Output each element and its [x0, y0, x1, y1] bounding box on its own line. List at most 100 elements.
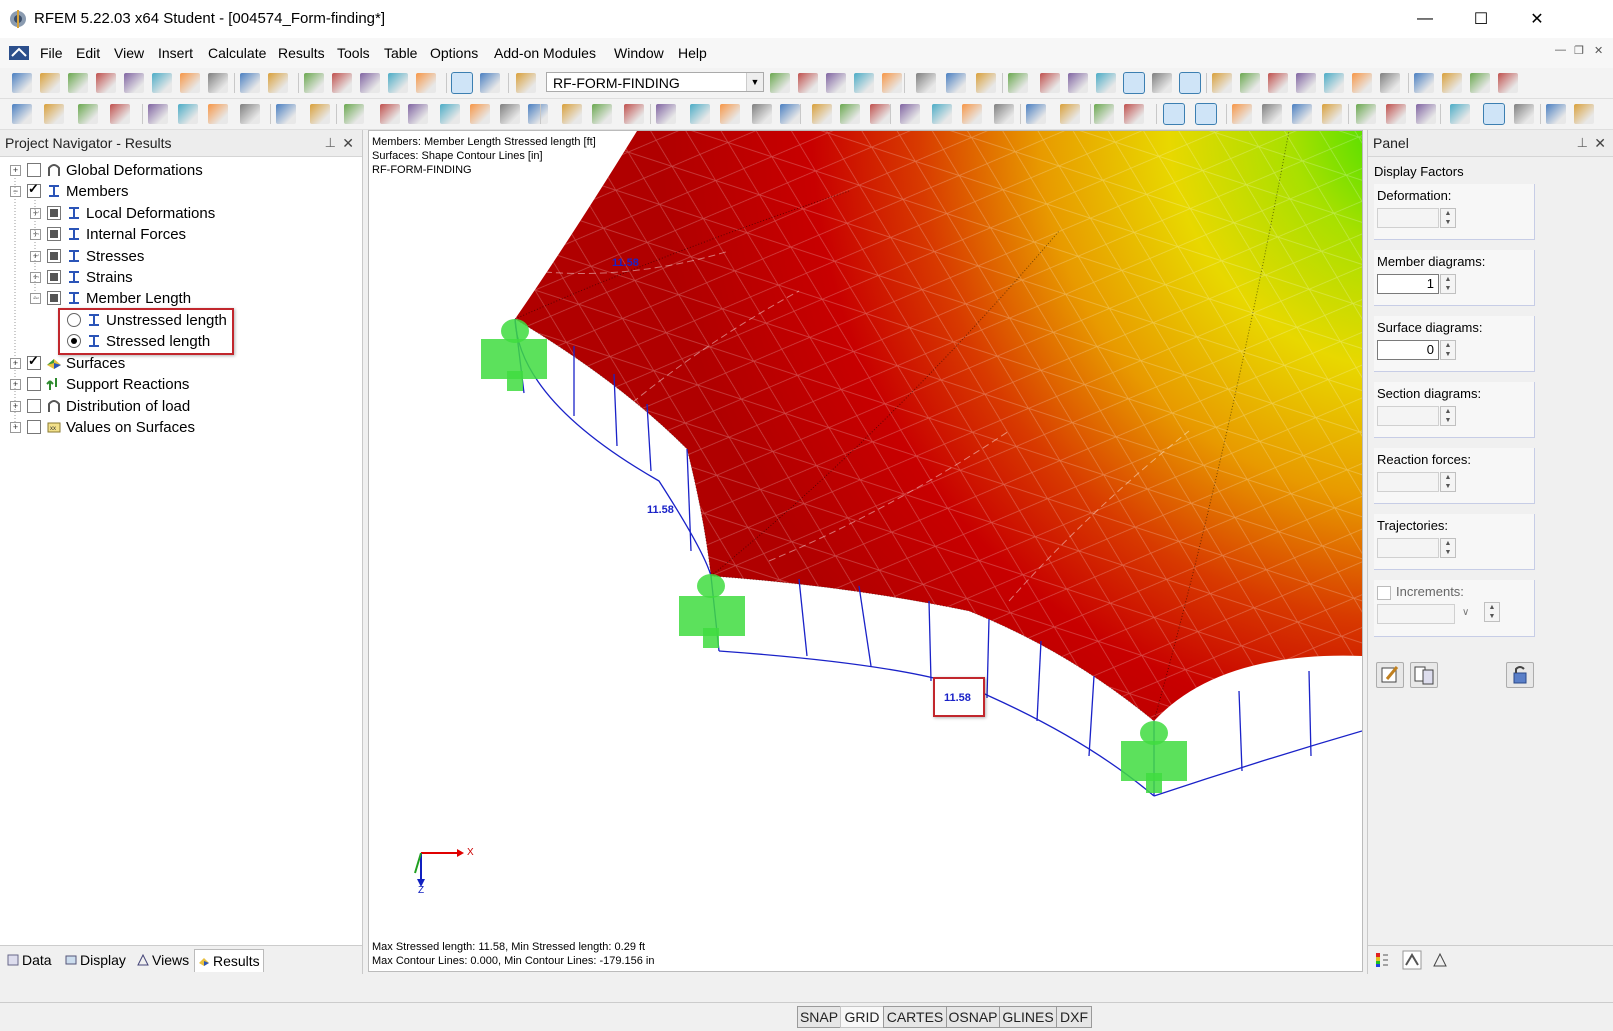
toolbar-tool-icon[interactable] [946, 73, 966, 93]
toolbar-tool-icon[interactable] [1356, 104, 1376, 124]
toolbar-tool-icon[interactable] [1060, 104, 1080, 124]
expand-icon[interactable]: + [30, 250, 41, 262]
mdi-restore-icon[interactable]: ❐ [1574, 44, 1584, 57]
toolbar-tool-icon[interactable] [1232, 104, 1252, 124]
rfem-menu-icon[interactable] [8, 44, 30, 62]
toolbar-tool-icon[interactable] [720, 104, 740, 124]
model-viewport[interactable]: Members: Member Length Stressed length [… [368, 130, 1363, 972]
toolbar-tool-icon[interactable] [1026, 104, 1046, 124]
toolbar-tool-icon[interactable] [304, 73, 324, 93]
checkbox[interactable] [27, 377, 41, 391]
toolbar-tool-icon[interactable] [40, 73, 60, 93]
toolbar-tool-icon[interactable] [96, 73, 116, 93]
menu-calculate[interactable]: Calculate [208, 45, 266, 61]
toolbar-tool-icon[interactable] [516, 73, 536, 93]
toolbar-tool-icon[interactable] [1292, 104, 1312, 124]
close-button[interactable]: ✕ [1508, 0, 1566, 38]
filter-icon[interactable] [1432, 952, 1448, 968]
toolbar-tool-icon[interactable] [1123, 72, 1145, 94]
toolbar-tool-icon[interactable] [770, 73, 790, 93]
checkbox[interactable] [27, 181, 41, 198]
tree-item-members[interactable]: − Members [10, 181, 129, 201]
checkbox[interactable] [27, 353, 41, 370]
toolbar-tool-icon[interactable] [656, 104, 676, 124]
toolbar-tool-icon[interactable] [962, 104, 982, 124]
toolbar-tool-icon[interactable] [798, 73, 818, 93]
mdi-minimize-icon[interactable]: — [1555, 44, 1566, 56]
tree-item-distribution-of-load[interactable]: + Distribution of load [10, 396, 190, 416]
toolbar-tool-icon[interactable] [240, 104, 260, 124]
toolbar-tool-icon[interactable] [1163, 103, 1185, 125]
toolbar-tool-icon[interactable] [854, 73, 874, 93]
toolbar-tool-icon[interactable] [1416, 104, 1436, 124]
toolbar-tool-icon[interactable] [1240, 73, 1260, 93]
load-case-combo[interactable]: RF-FORM-FINDING ▼ [546, 72, 764, 92]
tree-item-support-reactions[interactable]: + Support Reactions [10, 374, 189, 394]
spinner-icon[interactable]: ▲ ▼ [1440, 340, 1456, 360]
menu-tools[interactable]: Tools [337, 45, 370, 61]
toolbar-tool-icon[interactable] [124, 73, 144, 93]
toolbar-tool-icon[interactable] [416, 73, 436, 93]
tab-display[interactable]: Display [62, 949, 129, 971]
toolbar-tool-icon[interactable] [1096, 73, 1116, 93]
tree-item-member-length[interactable]: − Member Length [30, 288, 191, 308]
menu-view[interactable]: View [114, 45, 144, 61]
spinner-icon[interactable]: ▲ ▼ [1440, 274, 1456, 294]
toolbar-tool-icon[interactable] [1498, 73, 1518, 93]
toolbar-tool-icon[interactable] [1268, 73, 1288, 93]
toolbar-tool-icon[interactable] [240, 73, 260, 93]
maximize-button[interactable]: ☐ [1452, 0, 1510, 38]
toolbar-tool-icon[interactable] [812, 104, 832, 124]
toolbar-tool-icon[interactable] [624, 104, 644, 124]
edit-icon[interactable] [1376, 662, 1404, 688]
toolbar-tool-icon[interactable] [870, 104, 890, 124]
tab-results[interactable]: Results [194, 949, 264, 972]
menu-table[interactable]: Table [384, 45, 417, 61]
expand-icon[interactable]: + [30, 271, 41, 283]
expand-icon[interactable]: + [10, 164, 21, 176]
toolbar-tool-icon[interactable] [1152, 73, 1172, 93]
toolbar-tool-icon[interactable] [1179, 72, 1201, 94]
tab-data[interactable]: Data [4, 949, 55, 971]
color-scale-icon[interactable] [1374, 952, 1390, 968]
toolbar-tool-icon[interactable] [1574, 104, 1594, 124]
toolbar-tool-icon[interactable] [976, 73, 996, 93]
toolbar-tool-icon[interactable] [528, 104, 548, 124]
osnap-toggle[interactable]: OSNAP [946, 1006, 1000, 1028]
expand-icon[interactable]: + [10, 357, 21, 369]
checkbox[interactable] [27, 163, 41, 177]
toolbar-tool-icon[interactable] [1380, 73, 1400, 93]
copy-settings-icon[interactable] [1410, 662, 1438, 688]
toolbar-tool-icon[interactable] [1386, 104, 1406, 124]
toolbar-tool-icon[interactable] [1094, 104, 1114, 124]
tree-item-internal-forces[interactable]: + Internal Forces [30, 224, 186, 244]
toolbar-tool-icon[interactable] [826, 73, 846, 93]
expand-icon[interactable]: + [10, 378, 21, 390]
toolbar-tool-icon[interactable] [1546, 104, 1566, 124]
toolbar-tool-icon[interactable] [1414, 73, 1434, 93]
checkbox[interactable] [27, 399, 41, 413]
close-icon[interactable]: ✕ [342, 130, 354, 156]
toolbar-tool-icon[interactable] [1124, 104, 1144, 124]
checkbox[interactable] [47, 249, 61, 263]
tab-views[interactable]: Views [134, 949, 192, 971]
menu-edit[interactable]: Edit [76, 45, 100, 61]
toolbar-tool-icon[interactable] [690, 104, 710, 124]
toolbar-tool-icon[interactable] [360, 73, 380, 93]
toolbar-tool-icon[interactable] [208, 73, 228, 93]
menu-file[interactable]: File [40, 45, 63, 61]
mdi-close-icon[interactable]: ✕ [1594, 44, 1603, 57]
toolbar-tool-icon[interactable] [12, 73, 32, 93]
toolbar-tool-icon[interactable] [1195, 103, 1217, 125]
toolbar-tool-icon[interactable] [1483, 103, 1505, 125]
expand-icon[interactable]: + [30, 228, 41, 240]
checkbox[interactable] [47, 270, 61, 284]
tree-item-strains[interactable]: + Strains [30, 267, 133, 287]
toolbar-tool-icon[interactable] [480, 73, 500, 93]
menu-options[interactable]: Options [430, 45, 478, 61]
grid-toggle[interactable]: GRID [840, 1006, 884, 1028]
toolbar-tool-icon[interactable] [1212, 73, 1232, 93]
toolbar-tool-icon[interactable] [78, 104, 98, 124]
toolbar-tool-icon[interactable] [44, 104, 64, 124]
toolbar-tool-icon[interactable] [208, 104, 228, 124]
